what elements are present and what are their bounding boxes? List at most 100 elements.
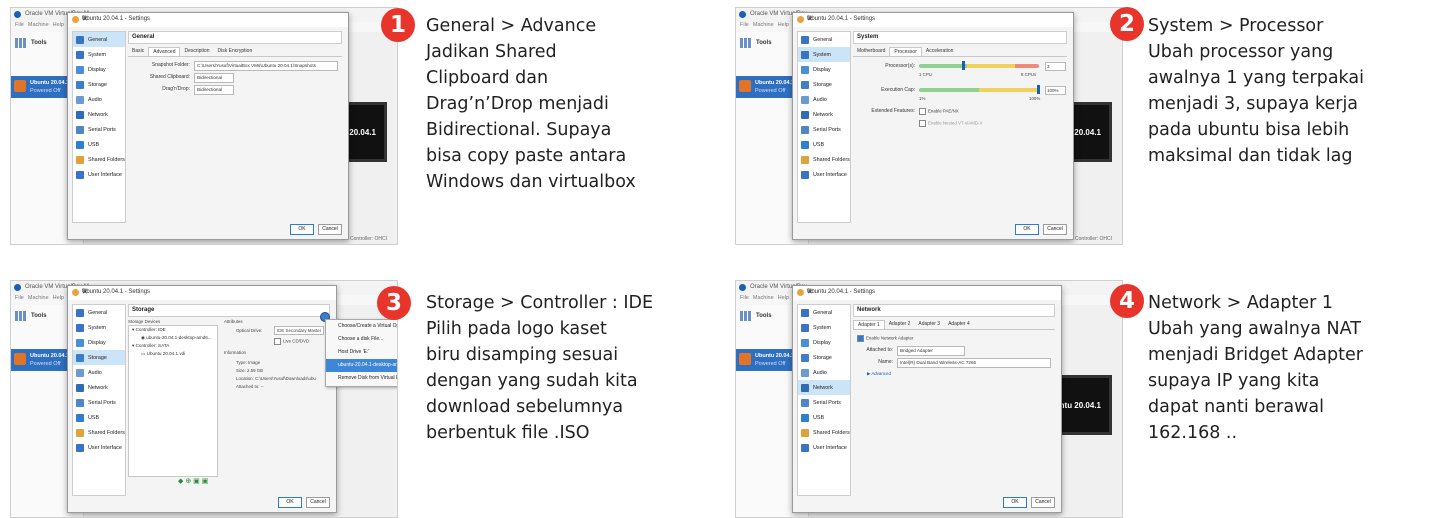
category-shared-folders[interactable]: Shared Folders	[798, 152, 850, 167]
drag-drop-select[interactable]: Bidirectional	[194, 85, 234, 95]
tools-item[interactable]: Tools	[15, 311, 47, 321]
category-general[interactable]: General	[798, 32, 850, 47]
close-icon[interactable]: ✕	[82, 288, 327, 296]
tab-bar[interactable]: Basic Advanced Description Disk Encrypti…	[128, 47, 342, 57]
close-icon[interactable]: ✕	[82, 15, 339, 23]
category-serial-ports[interactable]: Serial Ports	[73, 395, 125, 410]
category-audio[interactable]: Audio	[798, 365, 850, 380]
category-audio[interactable]: Audio	[73, 365, 125, 380]
ok-button[interactable]: OK	[1003, 497, 1027, 508]
category-network[interactable]: Network	[798, 107, 850, 122]
menu-choose-create[interactable]: Choose/Create a Virtual Opti	[326, 320, 397, 333]
category-network[interactable]: Network	[798, 380, 850, 395]
category-system[interactable]: System	[798, 47, 850, 62]
category-usb[interactable]: USB	[73, 137, 125, 152]
category-storage[interactable]: Storage	[798, 350, 850, 365]
category-storage[interactable]: Storage	[73, 350, 125, 365]
tab-disk-encryption[interactable]: Disk Encryption	[214, 47, 257, 56]
optical-drive-select[interactable]: IDE Secondary Master	[274, 326, 325, 335]
storage-tree[interactable]: ▾ Controller: IDE ◉ ubuntu-20.04.1-deskt…	[128, 325, 218, 477]
tab-bar[interactable]: Adapter 1 Adapter 2 Adapter 3 Adapter 4	[853, 320, 1055, 330]
tree-optical-iso[interactable]: ◉ ubuntu-20.04.1-desktop-amd6...	[129, 334, 217, 342]
category-list[interactable]: General System Display Storage Audio Network S…	[797, 31, 851, 223]
tab-advanced[interactable]: Advanced	[148, 47, 181, 56]
category-shared-folders[interactable]: Shared Folders	[73, 152, 125, 167]
advanced-toggle[interactable]: ▶ Advanced	[853, 370, 1055, 380]
processor-slider-thumb[interactable]	[962, 61, 966, 70]
category-general[interactable]: General	[798, 305, 850, 320]
pae-checkbox[interactable]	[919, 108, 926, 115]
execution-cap-slider[interactable]	[919, 85, 1040, 94]
category-list[interactable]: General System Display Storage Audio Network S…	[72, 31, 126, 223]
tab-description[interactable]: Description	[180, 47, 213, 56]
tab-adapter-1[interactable]: Adapter 1	[853, 320, 885, 329]
close-icon[interactable]: ✕	[807, 15, 1064, 23]
category-general[interactable]: General	[73, 32, 125, 47]
tree-disk-vdi[interactable]: ▭ Ubuntu 20.04.1.vdi	[129, 350, 217, 358]
enable-adapter-checkbox[interactable]	[857, 335, 864, 342]
menu-machine[interactable]: Machine	[28, 22, 49, 28]
ok-button[interactable]: OK	[278, 497, 302, 508]
category-storage[interactable]: Storage	[73, 77, 125, 92]
cancel-button[interactable]: Cancel	[1043, 224, 1067, 235]
category-usb[interactable]: USB	[798, 137, 850, 152]
tab-adapter-3[interactable]: Adapter 3	[914, 320, 944, 329]
category-audio[interactable]: Audio	[798, 92, 850, 107]
ok-button[interactable]: OK	[290, 224, 314, 235]
category-audio[interactable]: Audio	[73, 92, 125, 107]
tab-acceleration[interactable]: Acceleration	[922, 47, 958, 56]
menu-remove-disk[interactable]: Remove Disk from Virtual Dri	[326, 372, 397, 385]
cancel-button[interactable]: Cancel	[306, 497, 330, 508]
tab-adapter-2[interactable]: Adapter 2	[885, 320, 915, 329]
category-system[interactable]: System	[73, 47, 125, 62]
category-display[interactable]: Display	[73, 335, 125, 350]
shared-clipboard-select[interactable]: Bidirectional	[194, 73, 234, 83]
optical-disk-menu[interactable]: Choose/Create a Virtual Opti Choose a di…	[325, 319, 397, 387]
execution-cap-spinbox[interactable]: 100%	[1045, 86, 1066, 95]
tools-item[interactable]: Tools	[15, 38, 47, 48]
tools-item[interactable]: Tools	[740, 38, 772, 48]
category-display[interactable]: Display	[798, 62, 850, 77]
category-network[interactable]: Network	[73, 380, 125, 395]
category-system[interactable]: System	[73, 320, 125, 335]
nested-vt-checkbox[interactable]	[919, 120, 926, 127]
tab-basic[interactable]: Basic	[128, 47, 148, 56]
category-serial-ports[interactable]: Serial Ports	[798, 122, 850, 137]
cancel-button[interactable]: Cancel	[1031, 497, 1055, 508]
category-user-interface[interactable]: User Interface	[798, 167, 850, 182]
cancel-button[interactable]: Cancel	[318, 224, 342, 235]
category-shared-folders[interactable]: Shared Folders	[798, 425, 850, 440]
category-display[interactable]: Display	[73, 62, 125, 77]
menu-help[interactable]: Help	[53, 22, 64, 28]
ok-button[interactable]: OK	[1015, 224, 1039, 235]
category-shared-folders[interactable]: Shared Folders	[73, 425, 125, 440]
category-system[interactable]: System	[798, 320, 850, 335]
category-usb[interactable]: USB	[798, 410, 850, 425]
tools-item[interactable]: Tools	[740, 311, 772, 321]
menu-file[interactable]: File	[15, 22, 24, 28]
tab-bar[interactable]: Motherboard Processor Acceleration	[853, 47, 1067, 57]
category-usb[interactable]: USB	[73, 410, 125, 425]
tree-controller-ide[interactable]: ▾ Controller: IDE	[129, 326, 217, 334]
category-serial-ports[interactable]: Serial Ports	[798, 395, 850, 410]
attached-to-select[interactable]: Bridged Adapter	[897, 346, 965, 356]
menu-host-drive[interactable]: Host Drive 'E:'	[326, 346, 397, 359]
category-user-interface[interactable]: User Interface	[73, 167, 125, 182]
execution-cap-thumb[interactable]	[1036, 85, 1040, 94]
category-user-interface[interactable]: User Interface	[798, 440, 850, 455]
category-general[interactable]: General	[73, 305, 125, 320]
storage-add-icons[interactable]: ◆ ⊕ ▣ ▣	[178, 477, 208, 485]
category-user-interface[interactable]: User Interface	[73, 440, 125, 455]
category-list[interactable]: General System Display Storage Audio Network S…	[797, 304, 851, 496]
category-serial-ports[interactable]: Serial Ports	[73, 122, 125, 137]
category-network[interactable]: Network	[73, 107, 125, 122]
snapshot-folder-field[interactable]: C:\Users\Yusuf\VirtualBox VMs\Ubuntu 20.…	[194, 61, 338, 71]
live-cd-checkbox[interactable]	[274, 338, 281, 345]
tab-motherboard[interactable]: Motherboard	[853, 47, 889, 56]
category-list[interactable]: General System Display Storage Audio Network S…	[72, 304, 126, 496]
processor-slider[interactable]	[919, 61, 1039, 70]
tab-processor[interactable]: Processor	[889, 47, 922, 56]
menu-ubuntu-iso[interactable]: ubuntu-20.04.1-desktop-amd	[326, 359, 397, 372]
adapter-name-select[interactable]: Intel(R) Dual Band Wireless-AC 7265	[897, 358, 1051, 368]
close-icon[interactable]: ✕	[807, 288, 1052, 296]
